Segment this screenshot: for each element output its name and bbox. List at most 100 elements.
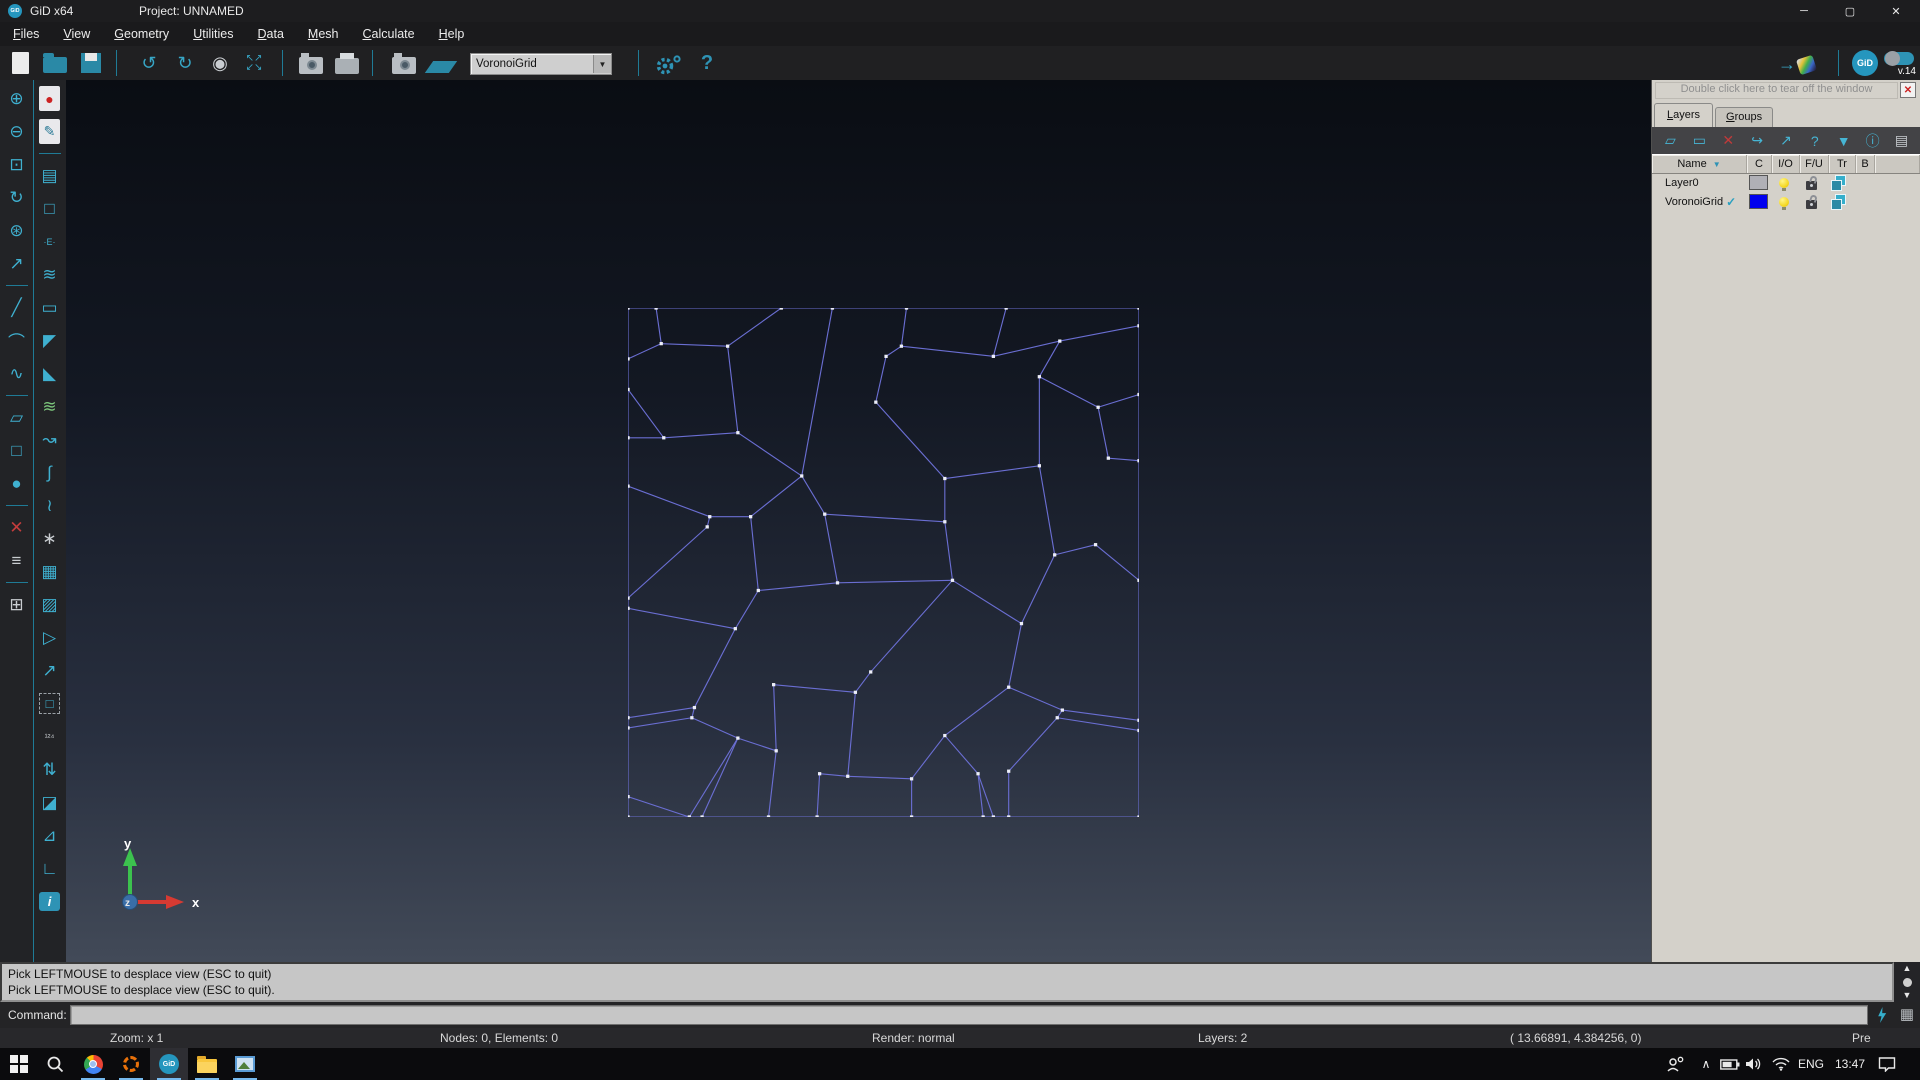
scroll-up-icon[interactable]: ▲ xyxy=(1903,964,1912,973)
pan-view-icon[interactable]: ↗ xyxy=(0,247,33,280)
create-object-icon[interactable]: ● xyxy=(0,467,33,500)
chevron-down-icon[interactable]: ▼ xyxy=(593,55,611,73)
unlocked-icon[interactable] xyxy=(1806,181,1817,190)
menu-geometry[interactable]: Geometry xyxy=(105,24,178,44)
render-mode-icon[interactable] xyxy=(386,49,422,77)
zoom-in-icon[interactable]: ⊕ xyxy=(0,82,33,115)
wifi-tray-icon[interactable] xyxy=(1768,1048,1794,1080)
notification-tray-icon[interactable] xyxy=(1872,1048,1902,1080)
panel-close-icon[interactable]: ✕ xyxy=(1900,82,1916,98)
column-io[interactable]: I/O xyxy=(1772,155,1800,173)
column-fu[interactable]: F/U xyxy=(1800,155,1829,173)
tab-layers[interactable]: Layers xyxy=(1654,103,1713,127)
mesh-icon[interactable]: ⊞ xyxy=(0,588,33,621)
create-spline-icon[interactable]: ∿ xyxy=(0,357,33,390)
layer-color-swatch[interactable] xyxy=(1749,175,1768,190)
ruler-triangle-icon[interactable]: ⊿ xyxy=(33,819,66,852)
trim-grid-icon[interactable]: ▨ xyxy=(33,588,66,621)
menu-files[interactable]: Files xyxy=(4,24,48,44)
save-file-icon[interactable] xyxy=(76,49,106,77)
fast-command-icon[interactable] xyxy=(1877,1007,1887,1023)
grid-surface-icon[interactable]: ▦ xyxy=(33,555,66,588)
flip-normals-icon[interactable]: ⇅ xyxy=(33,753,66,786)
layer-filter-icon[interactable]: ▼ xyxy=(1832,130,1856,152)
language-indicator[interactable]: ENG xyxy=(1794,1048,1828,1080)
menu-utilities[interactable]: Utilities xyxy=(184,24,242,44)
maximize-button[interactable]: ▢ xyxy=(1827,0,1873,22)
split-quad-icon[interactable]: ◪ xyxy=(33,786,66,819)
taskbar-capture-button[interactable] xyxy=(112,1048,150,1080)
numbered-points-icon[interactable]: ¹²⁴ xyxy=(33,720,66,753)
zoom-out-icon[interactable]: ⊖ xyxy=(0,115,33,148)
snapshot-camera-icon[interactable] xyxy=(294,49,328,77)
taskbar-imageviewer-button[interactable] xyxy=(226,1048,264,1080)
gid-logo-button[interactable]: GiD xyxy=(1852,50,1878,76)
results-arrow-icon[interactable]: → xyxy=(1778,54,1815,75)
visibility-bulb-icon[interactable] xyxy=(1779,197,1789,207)
menu-calculate[interactable]: Calculate xyxy=(353,24,423,44)
tear-off-bar[interactable]: Double click here to tear off the window xyxy=(1655,82,1898,99)
surface-arrow-icon[interactable]: ▷ xyxy=(33,621,66,654)
view-eye-icon[interactable]: ◉ xyxy=(204,49,236,77)
layer-notes-icon[interactable]: ▤ xyxy=(1889,130,1913,152)
clock[interactable]: 13:47 xyxy=(1830,1048,1870,1080)
create-volume-icon[interactable]: □ xyxy=(0,434,33,467)
layer-color-swatch[interactable] xyxy=(1749,194,1768,209)
version-toggle[interactable]: v.14 xyxy=(1884,52,1916,77)
people-tray-icon[interactable] xyxy=(1662,1048,1690,1080)
column-tr[interactable]: Tr xyxy=(1829,155,1856,173)
list-entities-icon[interactable]: ≡ xyxy=(0,544,33,577)
transparency-icon[interactable] xyxy=(1835,194,1846,205)
layer-selector-dropdown[interactable]: VoronoiGrid ▼ xyxy=(470,53,612,75)
rotate-view-left-icon[interactable]: ↺ xyxy=(132,49,166,77)
curve-tool-icon[interactable]: ∫ xyxy=(33,456,66,489)
delete-icon[interactable]: ✕ xyxy=(0,511,33,544)
toggle-switch-icon[interactable] xyxy=(1884,52,1914,65)
layer-send-to-icon[interactable]: ↪ xyxy=(1745,130,1769,152)
layer-delete-icon[interactable]: ✕ xyxy=(1716,130,1740,152)
zoom-extents-icon[interactable]: ↖↗ ↙↘ xyxy=(238,49,270,77)
tab-groups[interactable]: Groups xyxy=(1715,107,1773,127)
menu-data[interactable]: Data xyxy=(248,24,292,44)
start-button[interactable] xyxy=(0,1048,38,1080)
page-icon[interactable]: ▤ xyxy=(33,159,66,192)
curve-points-icon[interactable]: ≀ xyxy=(33,489,66,522)
help-icon[interactable]: ? xyxy=(692,49,722,77)
layer-row-voronoigrid[interactable]: VoronoiGrid✓ xyxy=(1652,192,1920,211)
open-folder-icon[interactable]: ▭ xyxy=(33,291,66,324)
select-box-icon[interactable]: □ xyxy=(39,693,60,714)
column-b[interactable]: B xyxy=(1856,155,1875,173)
minimize-button[interactable]: ─ xyxy=(1781,0,1827,22)
new-file-icon[interactable] xyxy=(6,49,34,77)
viewport-canvas[interactable]: y x z xyxy=(66,80,1651,962)
layer-question-icon[interactable]: ? xyxy=(1803,130,1827,152)
box-icon[interactable]: □ xyxy=(33,192,66,225)
create-arc-icon[interactable]: ⌒ xyxy=(0,324,33,357)
zoom-frame-icon[interactable]: ⊡ xyxy=(0,148,33,181)
nurbs-surface-icon[interactable]: ◤ xyxy=(33,324,66,357)
layer-info-icon[interactable]: ⓘ xyxy=(1861,130,1885,152)
layer-row-layer0[interactable]: Layer0 xyxy=(1652,173,1920,192)
layers-green-icon[interactable]: ≋ xyxy=(33,390,66,423)
taskbar-gid-button[interactable]: GiD xyxy=(150,1048,188,1080)
unlocked-icon[interactable] xyxy=(1806,200,1817,209)
rotate-orbit-icon[interactable]: ⊛ xyxy=(0,214,33,247)
transparency-icon[interactable] xyxy=(1835,175,1846,186)
layer-new-folder-icon[interactable]: ▭ xyxy=(1687,130,1711,152)
column-name[interactable]: Name▼ xyxy=(1652,155,1747,173)
surface-arrow-2-icon[interactable]: ↗ xyxy=(33,654,66,687)
taskbar-search-button[interactable] xyxy=(36,1048,74,1080)
rotate-view-right-icon[interactable]: ↻ xyxy=(168,49,202,77)
taskbar-chrome-button[interactable] xyxy=(74,1048,112,1080)
open-file-icon[interactable] xyxy=(38,49,72,77)
preferences-gear-icon[interactable] xyxy=(650,51,686,79)
star-lines-icon[interactable]: ∗ xyxy=(33,522,66,555)
record-macro-icon[interactable]: ● xyxy=(39,86,60,111)
menu-mesh[interactable]: Mesh xyxy=(299,24,348,44)
keyboard-grid-icon[interactable]: ▦ xyxy=(1900,1007,1914,1022)
print-icon[interactable] xyxy=(330,49,364,77)
close-button[interactable]: ✕ xyxy=(1873,0,1919,22)
redraw-icon[interactable]: ↻ xyxy=(0,181,33,214)
layers-sphere-icon[interactable]: ≋ xyxy=(33,258,66,291)
voronoi-mesh[interactable] xyxy=(628,308,1139,817)
